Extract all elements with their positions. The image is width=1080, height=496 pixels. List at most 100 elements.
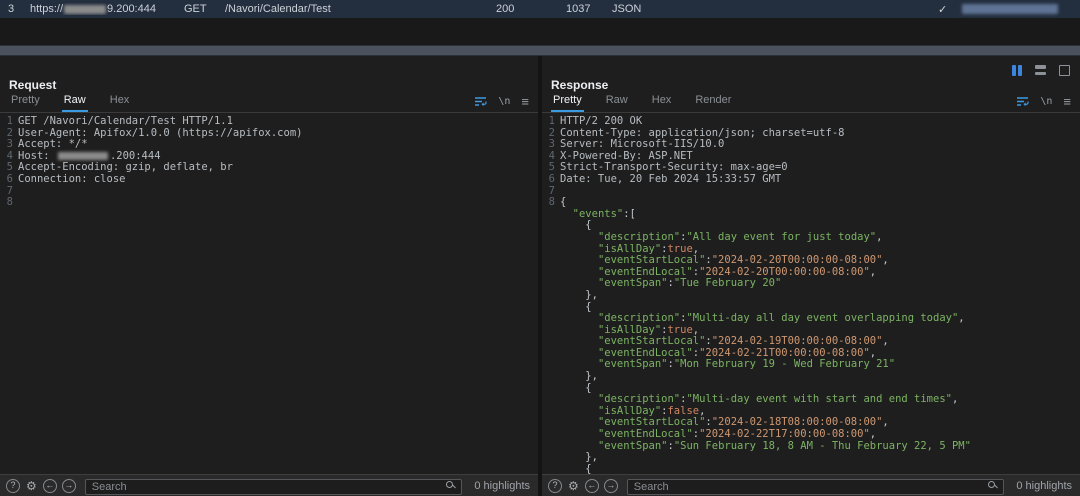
tab-hex[interactable]: Hex [650, 91, 674, 112]
help-icon[interactable]: ? [548, 478, 562, 493]
search-input[interactable] [84, 478, 463, 495]
line-number [544, 278, 555, 290]
redacted-host-text [64, 4, 107, 14]
editor-line: { [544, 463, 1080, 474]
session-method: GET [184, 3, 207, 15]
check-icon: ✓ [938, 3, 948, 16]
session-content-type: JSON [612, 3, 642, 15]
session-url-suffix: 9.200:444 [107, 3, 156, 15]
editor-line: 6 Date: Tue, 20 Feb 2024 15:33:57 GMT [544, 172, 1080, 186]
line-number: 6 [548, 172, 555, 185]
request-editor[interactable]: 1 GET /Navori/Calendar/Test HTTP/1.1 2 User… [0, 113, 538, 474]
session-row[interactable]: 3 https:// 9.200:444 GET /Navori/Calendar… [0, 0, 1080, 18]
editor-line: }, [544, 370, 1080, 383]
editor-line: 3 Accept: */* [2, 138, 538, 151]
http-debugger-window: 3 https:// 9.200:444 GET /Navori/Calendar… [0, 0, 1080, 496]
line-number [544, 220, 555, 232]
settings-gear-icon[interactable]: ⚙ [567, 480, 580, 492]
search-input[interactable] [626, 478, 1005, 495]
tab-hex[interactable]: Hex [108, 91, 132, 112]
response-footer: ? ⚙ ← → 0 highlights [542, 474, 1080, 496]
editor-line: 7 [544, 185, 1080, 198]
line-number [544, 464, 555, 474]
line-number: 6 [6, 172, 13, 185]
response-tabs: Pretty Raw Hex Render [551, 91, 753, 112]
line-number [544, 441, 555, 453]
highlights-count: 0 highlights [474, 479, 530, 492]
line-number [544, 232, 555, 244]
search-icon [446, 480, 454, 488]
line-number [544, 452, 555, 464]
session-body-size: 1037 [566, 3, 591, 15]
request-footer: ? ⚙ ← → 0 highlights [0, 474, 538, 496]
horizontal-splitter[interactable] [0, 45, 1080, 56]
request-panel: Request Pretty Raw Hex \n ≡ 1 GET /Navori/C… [0, 56, 538, 496]
line-number: 1 [6, 115, 13, 127]
line-number [544, 244, 555, 256]
newline-toggle-icon[interactable]: \n [1040, 96, 1052, 107]
prev-match-icon[interactable]: ← [584, 478, 599, 493]
help-icon[interactable]: ? [6, 478, 20, 493]
request-tab-tools: \n ≡ [474, 95, 529, 112]
menu-icon[interactable]: ≡ [1063, 95, 1071, 108]
editor-line: 6 Connection: close [2, 172, 538, 186]
response-search-box [626, 477, 1005, 495]
line-number [544, 255, 555, 267]
layout-columns-icon[interactable] [1010, 62, 1024, 78]
next-match-icon[interactable]: → [603, 478, 618, 493]
line-number: 8 [6, 196, 13, 209]
line-number [544, 325, 555, 337]
line-number [544, 267, 555, 279]
layout-rows-icon[interactable] [1033, 62, 1048, 78]
tab-raw[interactable]: Raw [61, 91, 88, 112]
line-number: 1 [548, 115, 555, 127]
inspector-area: Request Pretty Raw Hex \n ≡ 1 GET /Navori/C… [0, 56, 1080, 496]
menu-icon[interactable]: ≡ [521, 95, 529, 108]
session-list-empty-area[interactable] [0, 18, 1080, 45]
session-url-prefix: https:// [30, 3, 64, 15]
tab-raw[interactable]: Raw [604, 91, 630, 112]
response-panel: Response Pretty Raw Hex Render \n ≡ 1 HTTP/2… [542, 56, 1080, 496]
search-icon [988, 480, 996, 488]
next-match-icon[interactable]: → [61, 478, 76, 493]
line-number [544, 290, 555, 302]
line-number [544, 209, 555, 221]
word-wrap-icon[interactable] [1016, 96, 1029, 107]
line-number [544, 429, 555, 441]
line-number [544, 383, 555, 395]
settings-gear-icon[interactable]: ⚙ [25, 480, 38, 492]
line-number [544, 313, 555, 325]
editor-line: }, [544, 451, 1080, 464]
session-id: 3 [8, 3, 15, 15]
line-number [544, 406, 555, 418]
response-panel-title: Response [551, 78, 609, 92]
prev-match-icon[interactable]: ← [42, 478, 57, 493]
layout-controls [1010, 62, 1072, 78]
response-tab-tools: \n ≡ [1016, 95, 1071, 112]
line-number [544, 359, 555, 371]
editor-line: "eventSpan":"Sun February 18, 8 AM - Thu… [544, 440, 1080, 453]
line-number [544, 417, 555, 429]
newline-toggle-icon[interactable]: \n [498, 96, 510, 107]
response-editor[interactable]: 1 HTTP/2 200 OK 2 Content-Type: application… [542, 113, 1080, 474]
editor-line: "events":[ [544, 208, 1080, 221]
tab-pretty[interactable]: Pretty [9, 91, 42, 112]
layout-single-icon[interactable] [1057, 62, 1072, 78]
session-status: 200 [496, 3, 515, 15]
line-number [544, 371, 555, 383]
word-wrap-icon[interactable] [474, 96, 487, 107]
redacted-comment-text [962, 4, 1058, 14]
tab-render[interactable]: Render [693, 91, 733, 112]
highlights-count: 0 highlights [1016, 479, 1072, 492]
line-number [544, 394, 555, 406]
request-tabs: Pretty Raw Hex [9, 91, 151, 112]
editor-line: "eventSpan":"Mon February 19 - Wed Febru… [544, 359, 1080, 371]
editor-line: }, [544, 289, 1080, 302]
redacted-text [57, 151, 108, 160]
editor-line: 7 [2, 185, 538, 198]
tab-pretty[interactable]: Pretty [551, 91, 584, 112]
request-search-box [84, 477, 463, 495]
editor-line: 8 [2, 197, 538, 209]
line-number: 8 [548, 196, 555, 209]
line-number [544, 302, 555, 314]
